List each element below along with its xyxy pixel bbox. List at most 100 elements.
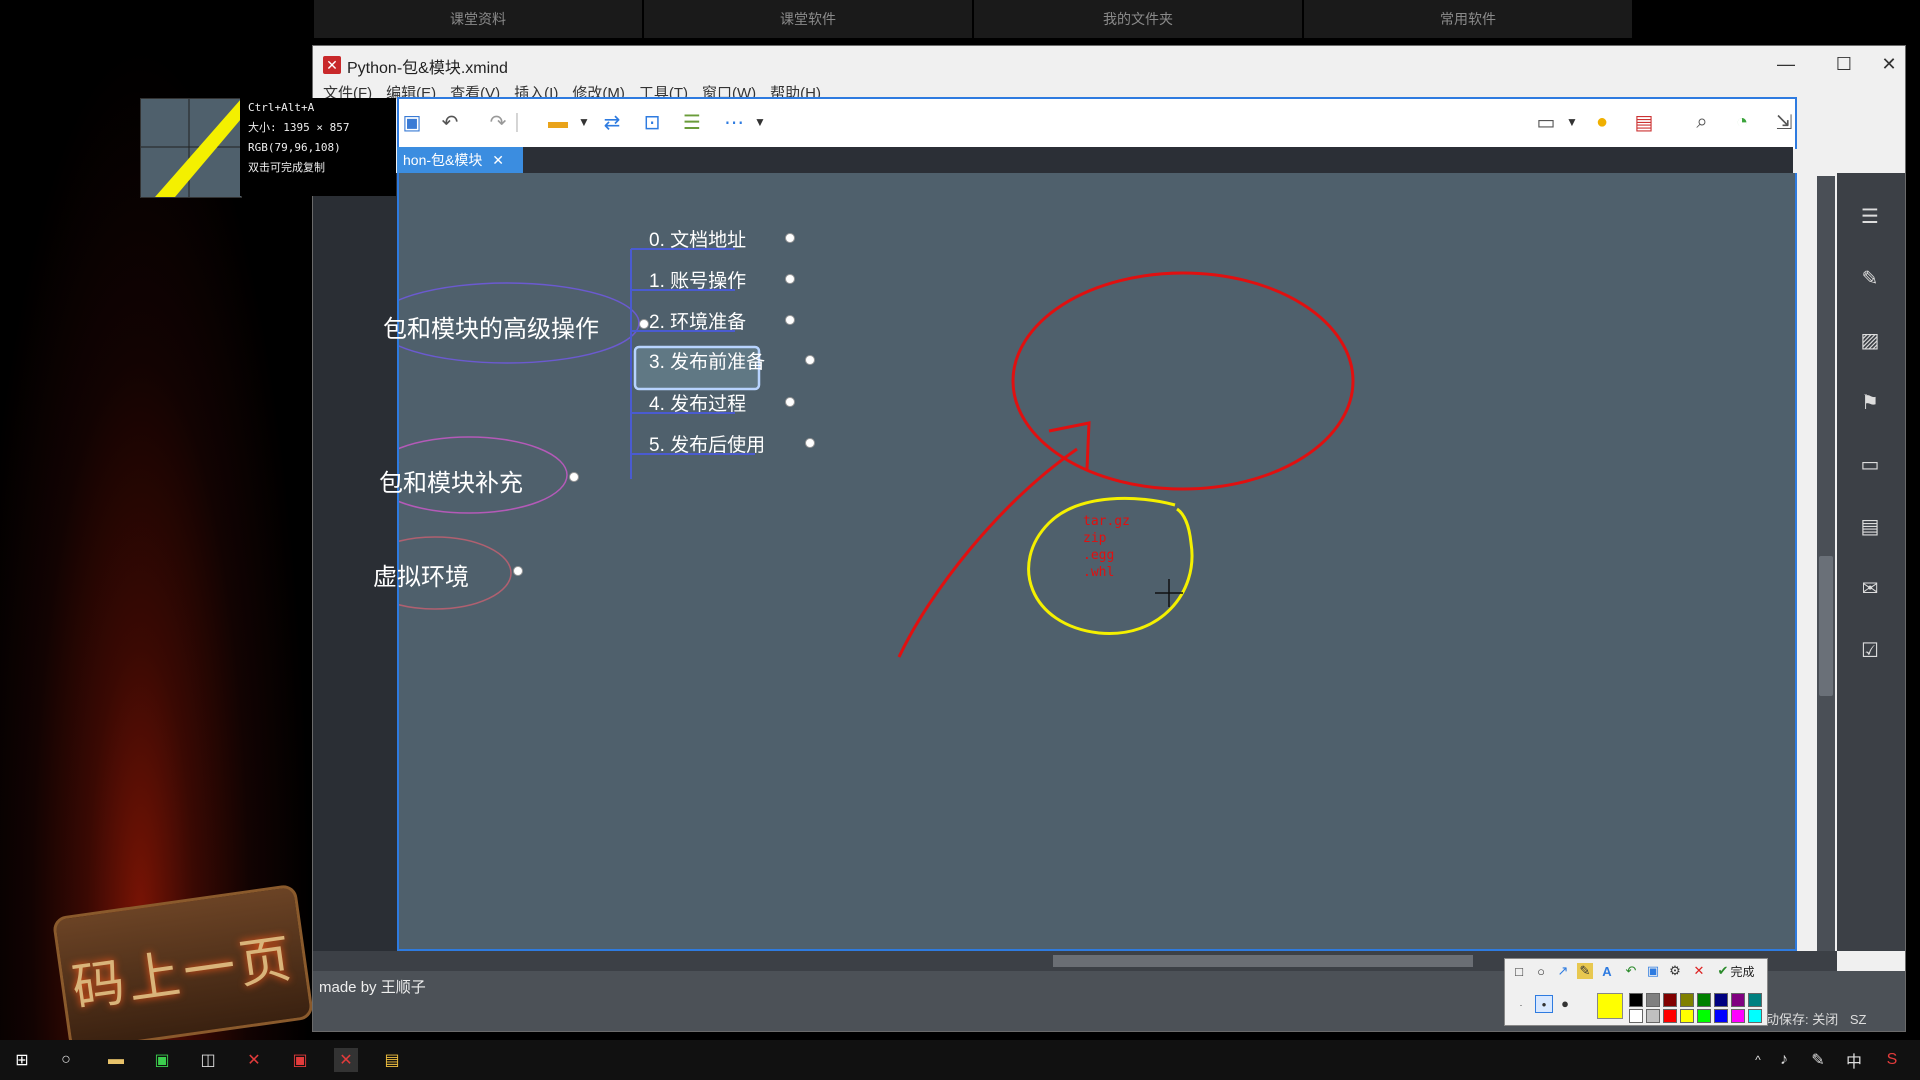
pycharm-icon[interactable]: ▣ <box>150 1048 174 1072</box>
sogou-input-icon[interactable]: S <box>1880 1048 1904 1072</box>
top-nav-item-common-software[interactable]: 常用软件 <box>1304 0 1634 38</box>
hotkey-label: Ctrl+Alt+A <box>248 101 315 114</box>
file-explorer-icon[interactable]: ▬ <box>104 1048 128 1072</box>
share-icon[interactable]: ◔ <box>1729 109 1755 135</box>
tray-chevron-up-icon[interactable]: ^ <box>1746 1048 1770 1072</box>
marker-flag-icon[interactable]: ⚑ <box>1857 389 1883 415</box>
collapse-dot[interactable] <box>569 472 579 482</box>
maximize-icon[interactable]: ☐ <box>1815 46 1873 82</box>
ellipse-tool-icon[interactable]: ○ <box>1533 963 1549 979</box>
notes-app-icon[interactable]: ▤ <box>380 1048 404 1072</box>
collapse-dot[interactable] <box>513 566 523 576</box>
brush-tool-icon[interactable]: ✎ <box>1577 963 1593 979</box>
collapse-dot[interactable] <box>639 319 649 329</box>
redo-icon[interactable]: ↷ <box>485 109 511 135</box>
color-swatch[interactable] <box>1731 1009 1745 1023</box>
notes-icon[interactable]: ▤ <box>1857 513 1883 539</box>
export-icon[interactable]: ⇲ <box>1771 109 1797 135</box>
collapse-dot[interactable] <box>785 315 795 325</box>
topic-advanced[interactable]: 包和模块的高级操作 <box>383 309 599 344</box>
cancel-icon[interactable]: ✕ <box>1691 963 1707 979</box>
gantt-icon[interactable]: ▤ <box>1631 109 1657 135</box>
color-swatch[interactable] <box>1714 1009 1728 1023</box>
collapse-dot[interactable] <box>805 355 815 365</box>
rectangle-tool-icon[interactable]: □ <box>1511 963 1527 979</box>
search-icon[interactable]: ⌕ <box>1689 109 1715 135</box>
top-nav-item-course-materials[interactable]: 课堂资料 <box>314 0 644 38</box>
collapse-dot[interactable] <box>785 397 795 407</box>
chevron-down-icon[interactable]: ▼ <box>1559 109 1585 135</box>
color-swatch[interactable] <box>1748 1009 1762 1023</box>
outline-icon[interactable]: ☰ <box>1857 203 1883 229</box>
vertical-scroll-thumb[interactable] <box>1819 556 1833 696</box>
color-swatch[interactable] <box>1629 1009 1643 1023</box>
color-swatch[interactable] <box>1663 993 1677 1007</box>
arrow-tool-icon[interactable]: ↗ <box>1555 963 1571 979</box>
subtopic-4[interactable]: 4. 发布过程 <box>649 389 746 416</box>
color-swatch[interactable] <box>1748 993 1762 1007</box>
summary-icon[interactable]: ☰ <box>679 109 705 135</box>
horizontal-scroll-thumb[interactable] <box>1053 955 1473 967</box>
task-icon[interactable]: ☑ <box>1857 637 1883 663</box>
topic-supplement[interactable]: 包和模块补充 <box>379 463 523 498</box>
chevron-down-icon[interactable]: ▼ <box>747 109 773 135</box>
collapse-dot[interactable] <box>785 274 795 284</box>
minimize-icon[interactable]: — <box>1757 46 1815 82</box>
color-swatch[interactable] <box>1697 993 1711 1007</box>
input-language-indicator[interactable]: 中 <box>1842 1048 1866 1072</box>
large-size-icon[interactable]: ● <box>1557 995 1573 1011</box>
small-size-icon[interactable]: · <box>1513 997 1529 1013</box>
presentation-icon[interactable]: ▭ <box>1533 109 1559 135</box>
color-swatch[interactable] <box>1680 993 1694 1007</box>
save-icon[interactable]: ▣ <box>399 109 425 135</box>
subtopic-3-selected[interactable]: 3. 发布前准备 <box>649 347 765 374</box>
screenshot-tool-icon[interactable]: ◫ <box>196 1048 220 1072</box>
comment-icon[interactable]: ✉ <box>1857 575 1883 601</box>
collapse-dot[interactable] <box>805 438 815 448</box>
color-swatch[interactable] <box>1663 1009 1677 1023</box>
top-nav-item-my-folder[interactable]: 我的文件夹 <box>974 0 1304 38</box>
xmind-active-icon[interactable]: ✕ <box>334 1048 358 1072</box>
relationship-icon[interactable]: ⇄ <box>599 109 625 135</box>
idea-bulb-icon[interactable]: ● <box>1589 109 1615 135</box>
document-tab[interactable]: hon-包&模块 ✕ <box>397 147 523 173</box>
more-icon[interactable]: ⋯ <box>721 109 747 135</box>
red-app-icon[interactable]: ▣ <box>288 1048 312 1072</box>
search-circle-icon[interactable]: ○ <box>54 1048 78 1072</box>
collapse-dot[interactable] <box>785 233 795 243</box>
done-button[interactable]: ✔ 完成 <box>1711 963 1761 979</box>
format-brush-icon[interactable]: ✎ <box>1857 265 1883 291</box>
volume-icon[interactable]: ♪ <box>1772 1048 1796 1072</box>
selected-color-swatch[interactable] <box>1597 993 1623 1019</box>
topic-venv[interactable]: 虚拟环境 <box>373 557 469 592</box>
boundary-icon[interactable]: ⊡ <box>639 109 665 135</box>
text-tool-icon[interactable]: A <box>1599 963 1615 979</box>
pen-icon[interactable]: ✎ <box>1806 1048 1830 1072</box>
windows-start-icon[interactable]: ⊞ <box>10 1048 34 1072</box>
subtopic-1[interactable]: 1. 账号操作 <box>649 266 746 293</box>
color-swatch[interactable] <box>1731 993 1745 1007</box>
color-swatch[interactable] <box>1697 1009 1711 1023</box>
color-swatch[interactable] <box>1646 1009 1660 1023</box>
subtopic-2[interactable]: 2. 环境准备 <box>649 307 746 334</box>
mindmap-canvas[interactable]: 包和模块的高级操作 包和模块补充 虚拟环境 0. 文档地址 1. 账号操作 2.… <box>373 173 1797 951</box>
color-swatch[interactable] <box>1646 993 1660 1007</box>
chevron-down-icon[interactable]: ▼ <box>571 109 597 135</box>
tab-close-icon[interactable]: ✕ <box>492 152 504 168</box>
settings-gear-icon[interactable]: ⚙ <box>1667 963 1683 979</box>
save-icon[interactable]: ▣ <box>1645 963 1661 979</box>
color-swatch[interactable] <box>1629 993 1643 1007</box>
undo-icon[interactable]: ↶ <box>1623 963 1639 979</box>
subtopic-5[interactable]: 5. 发布后使用 <box>649 430 765 457</box>
subtopic-0[interactable]: 0. 文档地址 <box>649 225 746 252</box>
image-icon[interactable]: ▨ <box>1857 327 1883 353</box>
close-icon[interactable]: ✕ <box>1873 46 1905 82</box>
label-icon[interactable]: ▭ <box>1857 451 1883 477</box>
xmind-taskbar-icon[interactable]: ✕ <box>242 1048 266 1072</box>
undo-icon[interactable]: ↶ <box>437 109 463 135</box>
color-swatch[interactable] <box>1714 993 1728 1007</box>
color-swatch[interactable] <box>1680 1009 1694 1023</box>
top-nav-item-course-software[interactable]: 课堂软件 <box>644 0 974 38</box>
topic-icon[interactable]: ▬ <box>545 109 571 135</box>
medium-size-icon[interactable]: • <box>1535 995 1553 1013</box>
